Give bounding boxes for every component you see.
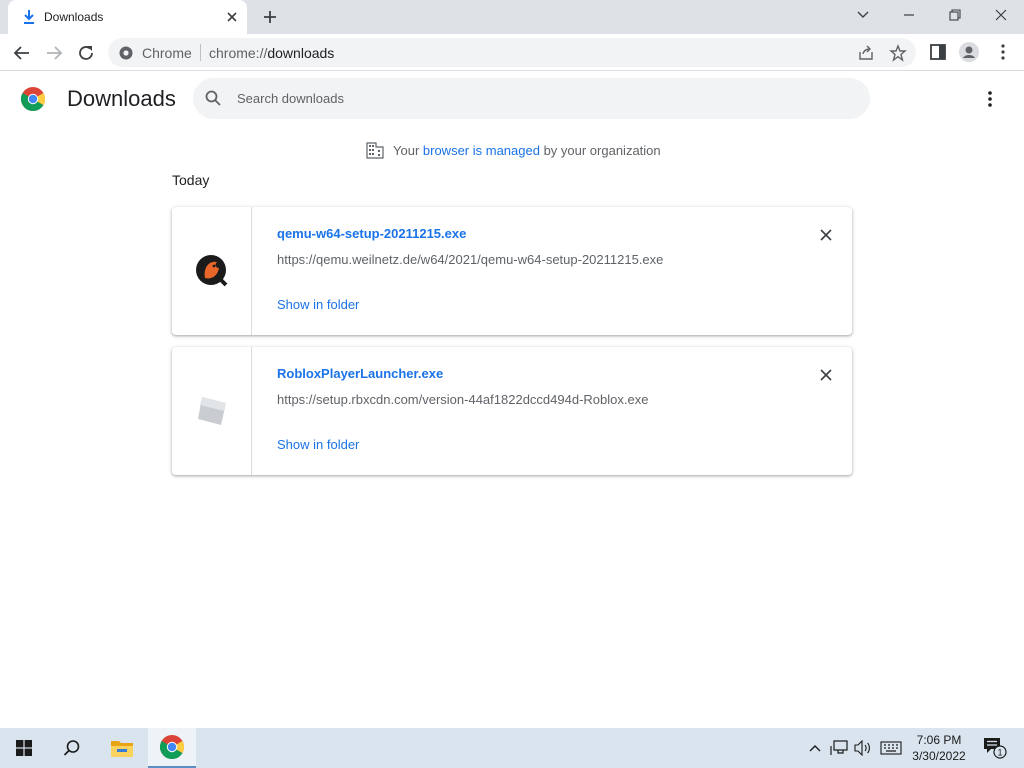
chrome-logo-icon <box>160 735 184 759</box>
qemu-app-icon <box>195 255 227 287</box>
page-title: Downloads <box>67 86 176 111</box>
search-input[interactable] <box>237 78 837 119</box>
back-arrow-icon <box>13 46 29 60</box>
url-text: chrome://downloads <box>209 45 334 61</box>
input-indicator-button[interactable] <box>879 738 903 758</box>
tab-search-button[interactable] <box>840 0 886 30</box>
managed-notice: Your browser is managed by your organiza… <box>366 140 661 160</box>
download-item: qemu-w64-setup-20211215.exe https://qemu… <box>172 207 852 335</box>
chevron-down-icon <box>857 11 869 18</box>
url-scheme: chrome:// <box>209 45 268 61</box>
address-bar[interactable]: Chrome chrome://downloads <box>108 38 916 67</box>
close-icon <box>995 9 1007 21</box>
show-hidden-icons-button[interactable] <box>805 738 825 758</box>
taskbar-search-button[interactable] <box>48 728 96 768</box>
file-explorer-button[interactable] <box>98 728 146 768</box>
speaker-icon <box>854 740 870 756</box>
windows-logo-icon <box>16 740 32 756</box>
search-icon <box>205 90 221 106</box>
omnibox-divider <box>200 44 201 61</box>
bookmark-star-icon[interactable] <box>889 44 907 62</box>
side-panel-icon[interactable] <box>928 42 948 62</box>
clock-time: 7:06 PM <box>916 733 962 747</box>
managed-link[interactable]: browser is managed <box>423 143 540 158</box>
close-icon <box>820 229 832 241</box>
managed-prefix: Your <box>393 142 423 158</box>
chrome-menu-icon[interactable] <box>993 42 1013 62</box>
taskbar: 7:06 PM 3/30/2022 1 <box>0 728 1024 768</box>
share-icon[interactable] <box>857 44 875 62</box>
more-actions-button[interactable] <box>978 87 1002 111</box>
show-in-folder-link[interactable]: Show in folder <box>277 437 359 452</box>
download-file-name[interactable]: qemu-w64-setup-20211215.exe <box>277 226 466 241</box>
forward-button[interactable] <box>41 40 67 66</box>
minimize-icon <box>904 14 914 16</box>
clock-date: 3/30/2022 <box>912 749 966 763</box>
close-icon <box>820 369 832 381</box>
profile-avatar-icon[interactable] <box>959 42 979 62</box>
search-icon <box>63 740 80 756</box>
reload-button[interactable] <box>73 40 99 66</box>
roblox-app-icon <box>197 397 226 425</box>
tab-title: Downloads <box>44 10 104 24</box>
notification-count: 1 <box>997 748 1002 758</box>
action-center-button[interactable]: 1 <box>982 738 1008 759</box>
notification-icon: 1 <box>984 738 1007 759</box>
chrome-logo-icon <box>21 87 45 111</box>
date-header: Today <box>172 172 210 188</box>
download-item-icon-area <box>172 207 252 335</box>
download-icon <box>24 10 34 24</box>
building-icon <box>366 142 384 159</box>
network-icon <box>830 740 848 755</box>
close-window-button[interactable] <box>978 0 1024 30</box>
restore-button[interactable] <box>932 0 978 30</box>
search-box[interactable] <box>193 78 870 119</box>
start-button[interactable] <box>0 728 48 768</box>
downloads-header: Downloads <box>0 71 1024 127</box>
download-item-icon-area <box>172 347 252 475</box>
chevron-up-icon <box>809 745 821 752</box>
forward-arrow-icon <box>47 46 63 60</box>
remove-download-button[interactable] <box>816 365 836 385</box>
managed-suffix: by your organization <box>539 142 661 158</box>
remove-download-button[interactable] <box>816 225 836 245</box>
network-tray-button[interactable] <box>829 738 849 758</box>
download-source-url: https://setup.rbxcdn.com/version-44af182… <box>277 392 649 407</box>
more-vert-icon <box>988 91 992 107</box>
back-button[interactable] <box>9 40 35 66</box>
volume-tray-button[interactable] <box>853 738 873 758</box>
keyboard-icon <box>880 741 902 755</box>
taskbar-clock[interactable]: 7:06 PM 3/30/2022 <box>902 732 976 764</box>
show-in-folder-link[interactable]: Show in folder <box>277 297 359 312</box>
chrome-taskbar-button[interactable] <box>148 728 196 768</box>
chrome-site-icon <box>119 46 133 60</box>
tab-close-icon[interactable] <box>223 8 241 26</box>
url-host: downloads <box>267 45 335 61</box>
new-tab-icon[interactable] <box>260 7 280 27</box>
download-source-url: https://qemu.weilnetz.de/w64/2021/qemu-w… <box>277 252 664 267</box>
tab-downloads[interactable]: Downloads <box>8 0 247 34</box>
restore-icon <box>949 9 961 21</box>
reload-icon <box>79 46 93 60</box>
tab-strip: Downloads <box>0 0 1024 34</box>
minimize-button[interactable] <box>886 0 932 30</box>
download-file-name[interactable]: RobloxPlayerLauncher.exe <box>277 366 443 381</box>
download-item: RobloxPlayerLauncher.exe https://setup.r… <box>172 347 852 475</box>
site-label: Chrome <box>142 45 192 61</box>
browser-toolbar: Chrome chrome://downloads <box>0 34 1024 71</box>
folder-icon <box>111 741 133 757</box>
